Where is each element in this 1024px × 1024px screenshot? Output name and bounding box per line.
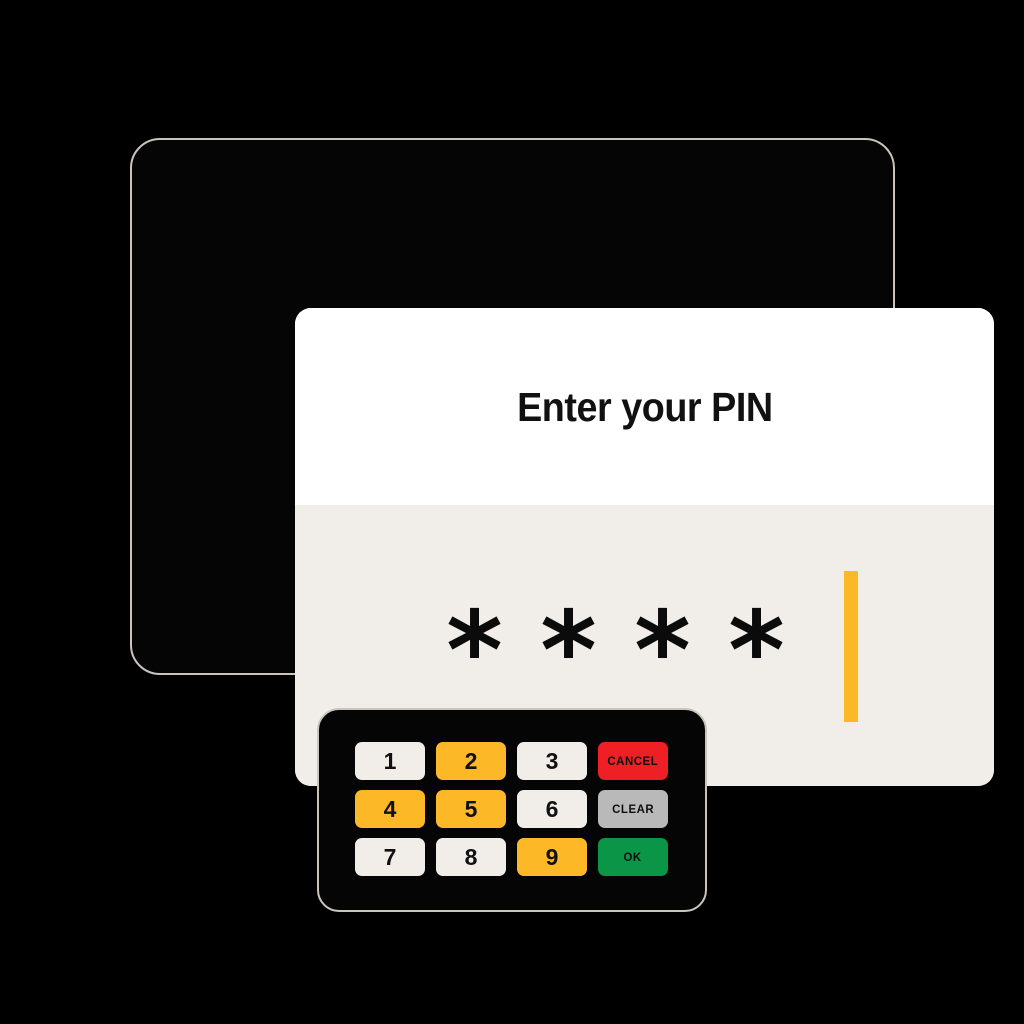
keypad-key-6[interactable]: 6	[517, 790, 587, 828]
pin-terminal-scene: Enter your PIN * * * * 1 2 3 CANCEL 4 5 6 CLEAR…	[0, 0, 1024, 1024]
keypad-grid: 1 2 3 CANCEL 4 5 6 CLEAR 7 8 9 OK	[355, 742, 675, 876]
keypad: 1 2 3 CANCEL 4 5 6 CLEAR 7 8 9 OK	[317, 708, 707, 912]
keypad-key-label: 1	[383, 747, 397, 774]
keypad-key-label: 6	[545, 795, 559, 822]
keypad-key-7[interactable]: 7	[355, 838, 425, 876]
keypad-key-label: 3	[545, 747, 559, 774]
pin-mask-char-4: *	[728, 588, 785, 714]
keypad-key-label: 8	[464, 843, 478, 870]
pin-mask-char-1: *	[446, 588, 503, 714]
keypad-key-1[interactable]: 1	[355, 742, 425, 780]
text-cursor	[843, 571, 858, 722]
keypad-key-label: 2	[464, 747, 478, 774]
keypad-key-2[interactable]: 2	[436, 742, 506, 780]
terminal-bezel: Enter your PIN * * * *	[130, 138, 994, 786]
keypad-key-label: CLEAR	[611, 802, 655, 816]
keypad-key-label: 4	[383, 795, 397, 822]
keypad-key-ok[interactable]: OK	[598, 838, 668, 876]
pin-mask-group: * * * *	[442, 571, 858, 728]
pin-mask-char-2: *	[540, 588, 597, 714]
keypad-key-label: 7	[383, 843, 397, 870]
keypad-key-label: CANCEL	[607, 754, 659, 768]
keypad-key-label: OK	[623, 850, 643, 864]
keypad-key-cancel[interactable]: CANCEL	[598, 742, 668, 780]
keypad-key-5[interactable]: 5	[436, 790, 506, 828]
keypad-key-9[interactable]: 9	[517, 838, 587, 876]
keypad-key-label: 9	[545, 843, 559, 870]
screen-header: Enter your PIN	[295, 308, 994, 505]
pin-mask-char-3: *	[634, 588, 691, 714]
keypad-key-4[interactable]: 4	[355, 790, 425, 828]
keypad-key-label: 5	[464, 795, 478, 822]
keypad-key-clear[interactable]: CLEAR	[598, 790, 668, 828]
page-title: Enter your PIN	[516, 384, 773, 430]
keypad-key-8[interactable]: 8	[436, 838, 506, 876]
keypad-key-3[interactable]: 3	[517, 742, 587, 780]
